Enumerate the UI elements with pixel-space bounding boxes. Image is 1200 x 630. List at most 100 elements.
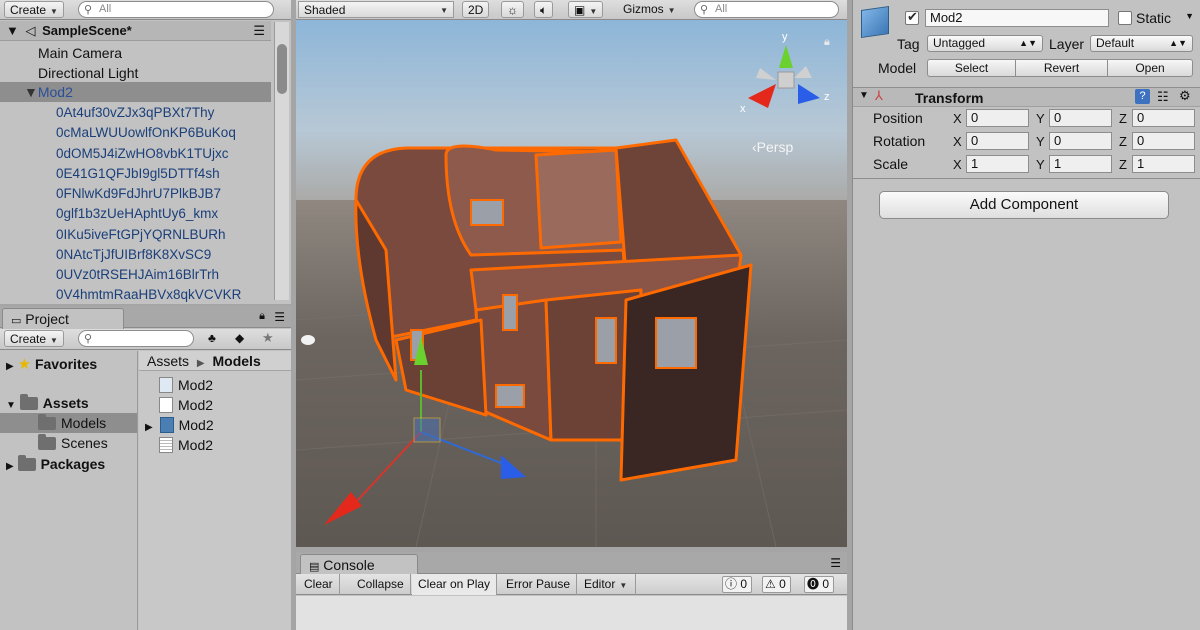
console-log-area[interactable] [296, 596, 847, 630]
error-count-toggle[interactable]: ⓿ 0 [804, 576, 835, 593]
position-z-label[interactable]: Z [1119, 111, 1127, 126]
position-x-field[interactable]: 0 [966, 109, 1029, 127]
hierarchy-child-item[interactable]: 0E41G1QFJbI9gl5DTTf4sh [0, 164, 271, 184]
hierarchy-search-input[interactable]: ⚲ All [78, 1, 274, 18]
scale-y-label[interactable]: Y [1036, 157, 1045, 172]
hierarchy-item-mod2[interactable]: ▼Mod2 [0, 82, 271, 102]
model-open-button[interactable]: Open [1107, 59, 1193, 77]
model-revert-button[interactable]: Revert [1015, 59, 1108, 77]
layer-dropdown[interactable]: Default ▲▼ [1090, 35, 1193, 52]
object-name-field[interactable]: Mod2 [925, 9, 1109, 27]
tree-item-assets[interactable]: ▼ Assets [0, 393, 137, 413]
hierarchy-child-item[interactable]: 0glf1b3zUeHAphtUy6_kmx [0, 204, 271, 224]
project-create-button[interactable]: Create ▼ [4, 330, 64, 347]
scale-y-field[interactable]: 1 [1049, 155, 1112, 173]
panel-menu-icon[interactable]: ☰ [274, 310, 285, 324]
gizmos-dropdown[interactable]: Gizmos ▼ [618, 1, 681, 18]
expand-arrow-icon[interactable]: ▼ [24, 84, 38, 100]
filter-by-type-icon[interactable]: ♣ [208, 331, 216, 345]
scale-z-field[interactable]: 1 [1132, 155, 1195, 173]
expand-arrow-icon[interactable]: ▶ [6, 461, 14, 472]
hierarchy-child-item[interactable]: 0FNlwKd9FdJhrU7PlkBJB7 [0, 184, 271, 204]
file-item-mod2-model[interactable]: ▶ Mod2 [145, 415, 214, 435]
hierarchy-child-item[interactable]: 0IKu5iveFtGPjYQRNLBURh [0, 225, 271, 245]
hierarchy-item-main-camera[interactable]: Main Camera [0, 43, 271, 63]
view-lock-icon[interactable]: 🔒︎ [824, 36, 830, 48]
scrollbar-thumb[interactable] [277, 44, 287, 94]
breadcrumb-assets[interactable]: Assets [147, 353, 189, 369]
rotation-z-label[interactable]: Z [1119, 134, 1127, 149]
static-dropdown-arrow[interactable]: ▼ [1185, 9, 1199, 26]
expand-arrow-icon[interactable]: ▶ [6, 361, 14, 372]
hierarchy-child-item[interactable]: 0UVz0tRSEHJAim16BlrTrh [0, 265, 271, 285]
x-axis-handle[interactable] [324, 492, 362, 525]
scene-search-input[interactable]: ⚲ All [694, 1, 839, 18]
gizmo-z-cone[interactable] [798, 84, 820, 104]
expand-arrow-icon[interactable]: ▼ [859, 90, 869, 101]
filter-by-label-icon[interactable]: ◆ [235, 331, 244, 345]
add-component-button[interactable]: Add Component [879, 191, 1169, 219]
lock-icon[interactable]: 🔒︎ [259, 310, 265, 323]
rotation-z-field[interactable]: 0 [1132, 132, 1195, 150]
tree-item-favorites[interactable]: ▶ ★ Favorites [0, 354, 137, 374]
preset-sliders-icon[interactable]: ☷ [1157, 89, 1169, 105]
position-y-label[interactable]: Y [1036, 111, 1045, 126]
help-book-icon[interactable]: ? [1135, 89, 1150, 104]
rotation-y-label[interactable]: Y [1036, 134, 1045, 149]
tree-item-models[interactable]: Models [0, 413, 137, 433]
audio-toggle-icon[interactable]: 🔈︎ [534, 1, 554, 18]
hierarchy-child-item[interactable]: 0cMaLWUUowlfOnKP6BuKoq [0, 123, 271, 143]
light-cloud-icon[interactable] [301, 335, 315, 345]
effects-toggle-icon[interactable]: ▣ ▼ [568, 1, 604, 18]
error-pause-toggle[interactable]: Error Pause [500, 574, 578, 595]
active-checkbox[interactable] [905, 9, 919, 25]
gear-icon[interactable]: ⚙ [1179, 88, 1191, 104]
scale-z-label[interactable]: Z [1119, 157, 1127, 172]
warning-count-toggle[interactable]: ⚠ 0 [762, 576, 791, 593]
gizmo-y-cone[interactable] [779, 45, 793, 68]
editor-dropdown[interactable]: Editor ▼ [578, 574, 636, 595]
tag-dropdown[interactable]: Untagged ▲▼ [927, 35, 1043, 52]
position-x-label[interactable]: X [953, 111, 962, 126]
tree-item-packages[interactable]: ▶ Packages [0, 454, 137, 474]
scene-header[interactable]: ▼ ◁ SampleScene* ☰ [0, 21, 271, 41]
expand-arrow-icon[interactable]: ▼ [6, 23, 19, 38]
gizmo-x-cone[interactable] [748, 84, 776, 108]
lighting-toggle-icon[interactable]: ☼ [501, 1, 524, 18]
rotation-x-field[interactable]: 0 [966, 132, 1029, 150]
hierarchy-create-button[interactable]: Create ▼ [4, 1, 64, 18]
2d-toggle-button[interactable]: 2D [462, 1, 490, 18]
project-search-input[interactable]: ⚲ [78, 330, 194, 347]
scale-x-label[interactable]: X [953, 157, 962, 172]
hierarchy-child-item[interactable]: 0At4uf30vZJx3qPBXt7Thy [0, 103, 271, 123]
breadcrumb-models[interactable]: Models [213, 353, 261, 369]
panel-menu-icon[interactable]: ☰ [830, 556, 841, 570]
console-collapse-button[interactable]: Collapse [351, 574, 411, 595]
orientation-gizmo[interactable]: y x z [740, 31, 830, 115]
hierarchy-child-item[interactable]: 0dOM5J4iZwHO8vbK1TUjxc [0, 144, 271, 164]
static-checkbox[interactable] [1118, 11, 1132, 25]
info-count-toggle[interactable]: ⓘ 0 [722, 576, 753, 593]
position-z-field[interactable]: 0 [1132, 109, 1195, 127]
console-clear-button[interactable]: Clear [298, 574, 340, 595]
scene-view[interactable]: Shaded ▼ 2D ☼ 🔈︎ ▣ ▼ Gizmos ▼ ⚲ All y x … [296, 0, 847, 547]
position-y-field[interactable]: 0 [1049, 109, 1112, 127]
hierarchy-item-directional-light[interactable]: Directional Light [0, 63, 271, 83]
tab-project[interactable]: ▭ Project [2, 308, 124, 329]
file-item-mod2-prefab[interactable]: Mod2 [159, 375, 213, 395]
scene-menu-icon[interactable]: ☰ [253, 21, 265, 41]
rotation-x-label[interactable]: X [953, 134, 962, 149]
model-mod2-viewport[interactable]: y x z 🔒︎ [296, 20, 847, 547]
tab-console[interactable]: ▤ Console [300, 554, 418, 575]
shading-mode-dropdown[interactable]: Shaded ▼ [298, 1, 454, 18]
clear-on-play-toggle[interactable]: Clear on Play [412, 574, 498, 595]
rotation-y-field[interactable]: 0 [1049, 132, 1112, 150]
plane-handle[interactable] [413, 417, 441, 443]
transform-header[interactable]: ▼ ⅄ Transform ? ☷ ⚙ [853, 87, 1200, 107]
hierarchy-scrollbar[interactable] [274, 22, 289, 300]
hierarchy-child-item[interactable]: 0V4hmtmRaaHBVx8qkVCVKR [0, 285, 271, 304]
favorite-star-icon[interactable]: ★ [262, 330, 274, 346]
file-item-mod2-material[interactable]: Mod2 [159, 395, 213, 415]
file-item-mod2-text[interactable]: Mod2 [159, 435, 213, 455]
z-axis-handle[interactable] [501, 455, 526, 479]
